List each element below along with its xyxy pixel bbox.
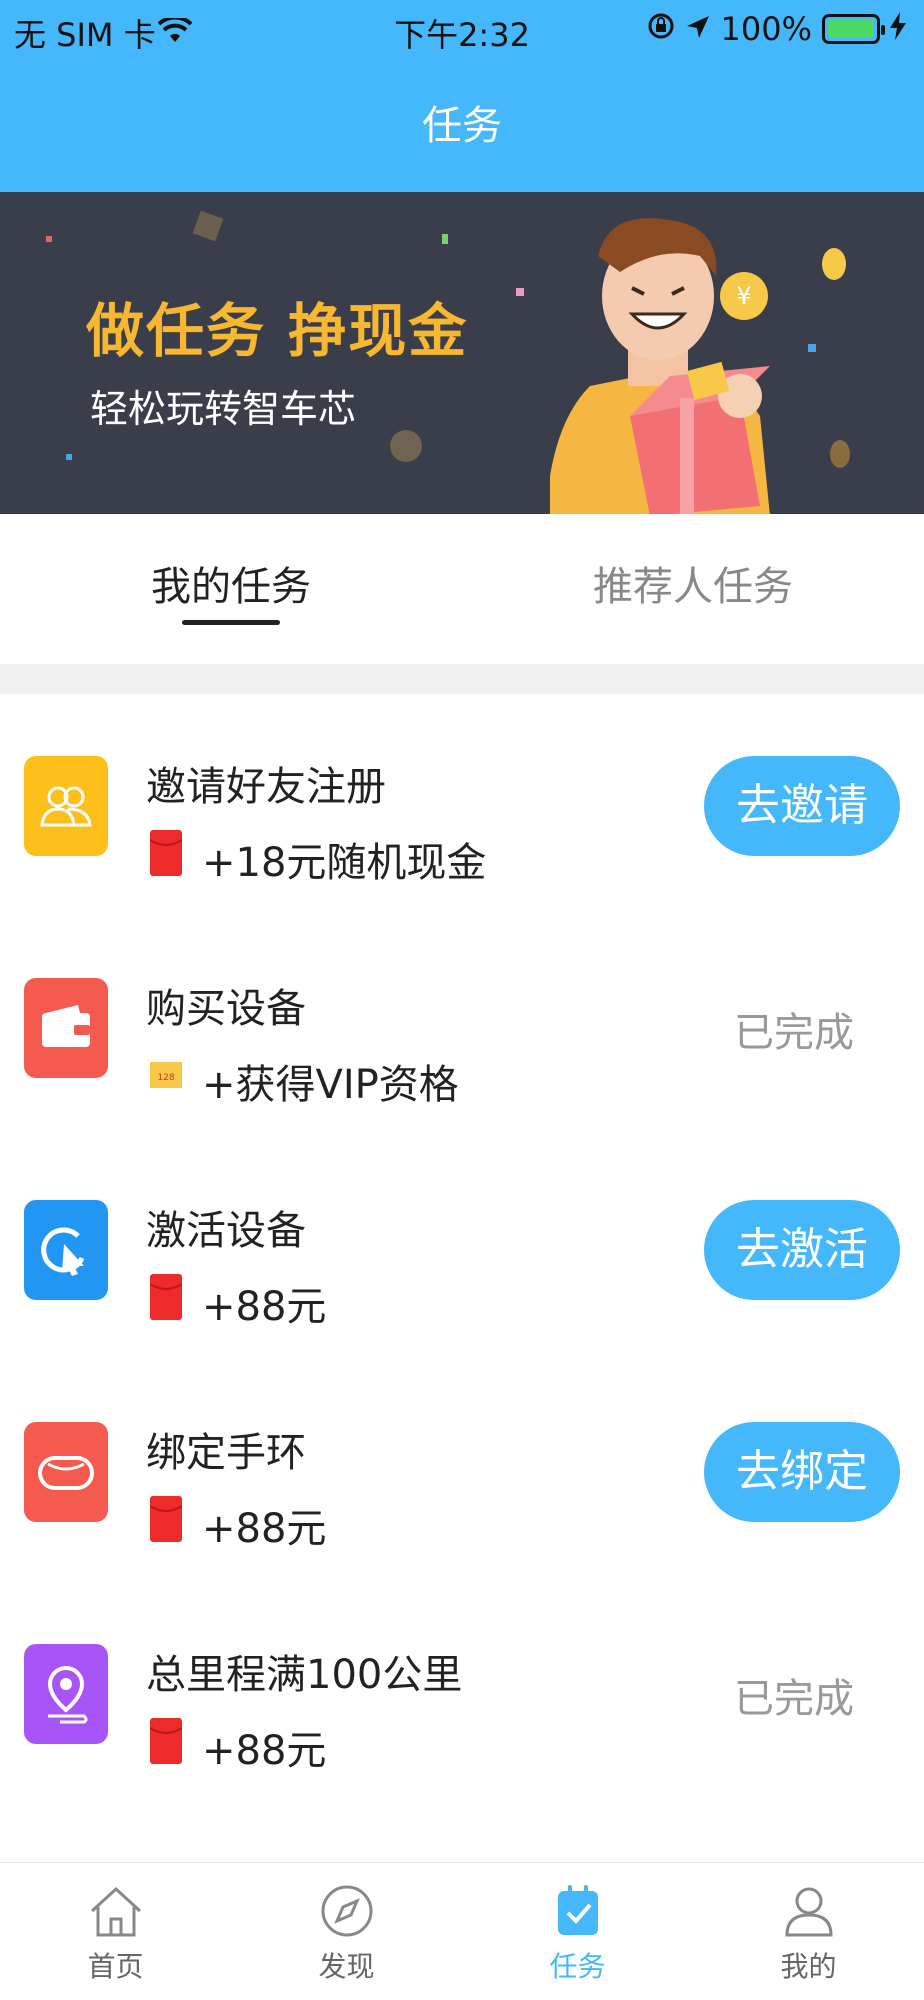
- tab-referrer-tasks[interactable]: 推荐人任务: [462, 554, 924, 612]
- location-pin-icon: [24, 1644, 108, 1744]
- vip-ticket-icon: 128: [150, 1062, 182, 1088]
- red-envelope-icon: [150, 830, 182, 876]
- task-reward: +18元随机现金: [202, 840, 487, 886]
- task-row-invite: 邀请好友注册 +18元随机现金 去邀请: [0, 694, 924, 916]
- task-title: 邀请好友注册: [146, 764, 386, 810]
- tabbar-item-discover[interactable]: 发现: [231, 1881, 462, 1985]
- task-calendar-icon: [557, 1885, 598, 1935]
- task-row-activate: 激活设备 +88元 去激活: [0, 1138, 924, 1360]
- tabbar-item-mine[interactable]: 我的: [693, 1881, 924, 1985]
- status-bar: 无 SIM 卡 下午2:32 100%: [0, 0, 924, 62]
- task-title: 购买设备: [146, 986, 306, 1032]
- coin-decoration: ¥: [720, 248, 846, 320]
- tabbar-label: 发现: [318, 1950, 375, 1983]
- task-reward: +获得VIP资格: [202, 1062, 459, 1108]
- task-reward: +88元: [202, 1284, 327, 1330]
- home-icon: [90, 1886, 141, 1937]
- task-reward: +88元: [202, 1506, 327, 1552]
- bind-button[interactable]: 去绑定: [704, 1422, 900, 1522]
- activate-button[interactable]: 去激活: [704, 1200, 900, 1300]
- bottom-tab-bar: 首页 发现 任务 我的: [0, 1862, 924, 2000]
- status-right: 100%: [647, 10, 906, 48]
- orientation-lock-icon: [647, 10, 675, 48]
- completed-status: 已完成: [734, 1010, 854, 1056]
- task-list: 邀请好友注册 +18元随机现金 去邀请 购买设备 128 +获得VIP资格 已完…: [0, 694, 924, 1804]
- tabbar-label: 首页: [87, 1950, 144, 1983]
- task-title: 总里程满100公里: [146, 1652, 463, 1698]
- task-title: 绑定手环: [146, 1430, 306, 1476]
- svg-text:¥: ¥: [736, 282, 751, 310]
- task-row-buy-device: 购买设备 128 +获得VIP资格 已完成: [0, 916, 924, 1138]
- red-envelope-icon: [150, 1274, 182, 1320]
- tabbar-item-home[interactable]: 首页: [0, 1881, 231, 1985]
- charging-icon: [890, 10, 906, 48]
- tabbar-label: 任务: [549, 1950, 606, 1983]
- completed-status: 已完成: [734, 1676, 854, 1722]
- invite-button[interactable]: 去邀请: [704, 756, 900, 856]
- wallet-icon: [24, 978, 108, 1078]
- task-row-mileage: 总里程满100公里 +88元 已完成: [0, 1582, 924, 1804]
- task-tabs: 我的任务 推荐人任务: [0, 514, 924, 664]
- tabbar-label: 我的: [780, 1950, 837, 1983]
- section-divider: [0, 664, 924, 694]
- wristband-icon: [24, 1422, 108, 1522]
- battery-icon: [822, 14, 885, 44]
- red-envelope-icon: [150, 1718, 182, 1764]
- location-arrow-icon: [685, 10, 711, 48]
- red-envelope-icon: [150, 1496, 182, 1542]
- page-title: 任务: [422, 103, 502, 149]
- promo-banner[interactable]: 做任务 挣现金 轻松玩转智车芯 ¥: [0, 192, 924, 514]
- task-row-bind-band: 绑定手环 +88元 去绑定: [0, 1360, 924, 1582]
- nav-bar: 任务: [0, 62, 924, 192]
- task-reward: +88元: [202, 1728, 327, 1774]
- user-icon: [784, 1887, 833, 1937]
- cursor-click-icon: [24, 1200, 108, 1300]
- compass-icon: [321, 1885, 372, 1937]
- ticket-text: 128: [157, 1073, 174, 1083]
- active-tab-indicator: [182, 620, 280, 625]
- battery-percent: 100%: [720, 10, 812, 48]
- tab-my-tasks[interactable]: 我的任务: [0, 554, 462, 612]
- task-title: 激活设备: [146, 1208, 306, 1254]
- friends-icon: [24, 756, 108, 856]
- tabbar-item-tasks[interactable]: 任务: [462, 1881, 693, 1985]
